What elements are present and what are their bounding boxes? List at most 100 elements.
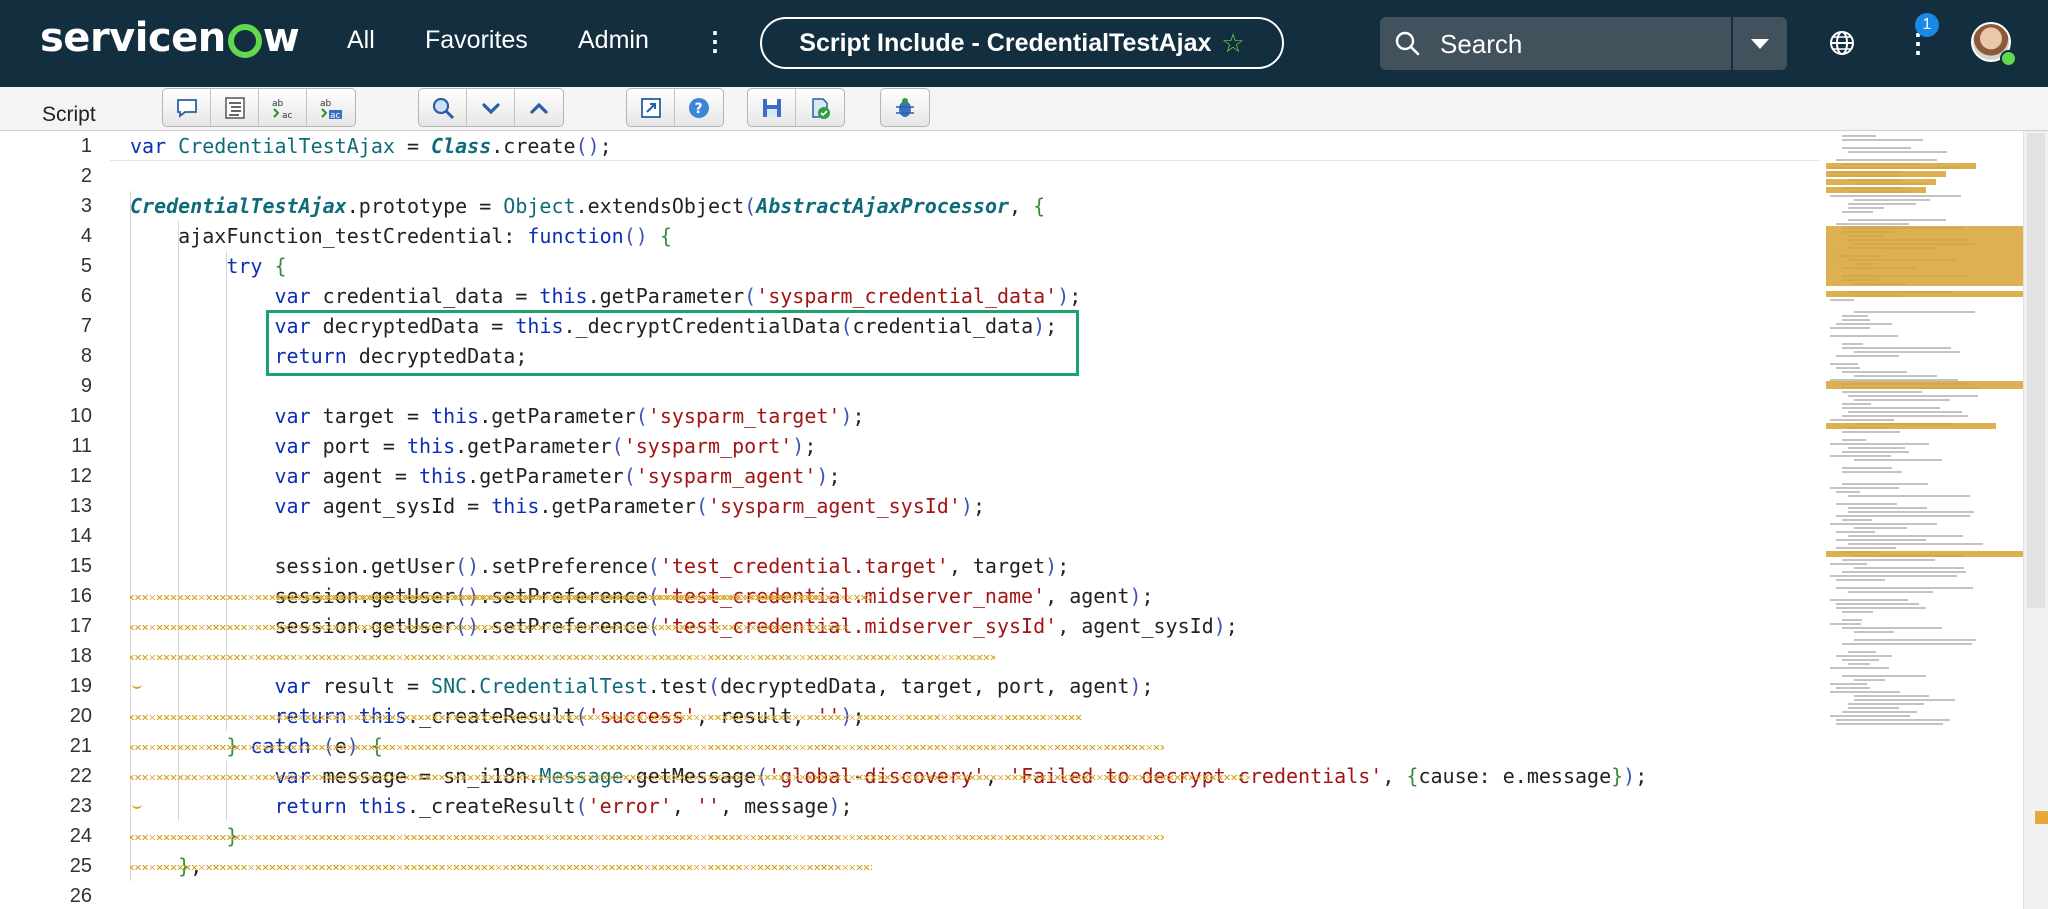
minimap-line <box>1830 623 1861 625</box>
replace-all-button[interactable]: ab ac <box>307 89 355 126</box>
code-token: ajaxFunction_testCredential: <box>130 224 528 248</box>
code-line[interactable]: 5 try { <box>0 251 1820 281</box>
code-token: ) <box>828 794 841 818</box>
minimap-line <box>1848 535 1963 537</box>
code-token: ) <box>1045 554 1058 578</box>
minimap-line <box>1836 531 1876 533</box>
code-text: var result = SNC.CredentialTest.test(dec… <box>130 671 1154 701</box>
line-number: 8 <box>80 345 92 367</box>
code-token: , message <box>720 794 829 818</box>
minimap-line <box>1836 723 1944 725</box>
find-button[interactable] <box>419 89 467 126</box>
code-token: ( <box>611 434 624 458</box>
servicenow-logo[interactable]: servicen w <box>40 15 300 61</box>
help-button[interactable]: ? <box>675 89 723 126</box>
code-line[interactable]: 12 var agent = this.getParameter('syspar… <box>0 461 1820 491</box>
code-token: ) <box>816 464 829 488</box>
code-token: .getParameter <box>479 404 636 428</box>
minimap-warning-highlight <box>1826 381 2023 389</box>
code-line[interactable]: 13 var agent_sysId = this.getParameter('… <box>0 491 1820 521</box>
code-line[interactable]: 3 CredentialTestAjax.prototype = Object.e… <box>0 191 1820 221</box>
replace-icon: ab ac <box>272 99 293 121</box>
minimap-warning-highlight <box>1826 187 1926 193</box>
minimap-line <box>1830 575 1957 577</box>
more-menu-icon[interactable]: ⋮ <box>702 28 728 54</box>
code-token: . <box>467 674 480 698</box>
globe-icon[interactable] <box>1828 29 1856 57</box>
svg-text:?: ? <box>695 101 703 117</box>
minimap-line <box>1842 391 1922 393</box>
minimap-line <box>1842 627 1943 629</box>
replace-button[interactable]: ab ac <box>259 89 307 126</box>
line-number: 11 <box>71 435 92 457</box>
code-line[interactable]: 2 <box>0 161 1820 191</box>
line-number: 18 <box>69 645 92 667</box>
code-token: ( <box>708 674 721 698</box>
code-line[interactable]: 1 var CredentialTestAjax = Class.create()… <box>0 131 1820 161</box>
favorite-star-icon[interactable]: ☆ <box>1221 28 1244 59</box>
code-editor[interactable]: 1 var CredentialTestAjax = Class.create()… <box>0 131 2048 909</box>
find-previous-button[interactable] <box>515 89 563 126</box>
highlighted-code-region <box>266 310 1079 376</box>
lint-warning-underline <box>130 715 1082 720</box>
search-scope-dropdown[interactable] <box>1733 17 1787 70</box>
comment-button[interactable] <box>163 89 211 126</box>
minimap-warning-highlight <box>1826 163 1976 169</box>
code-token: ( <box>744 284 757 308</box>
minimap-line <box>1836 367 1860 369</box>
minimap-line <box>1836 655 1892 657</box>
code-line[interactable]: 26 <box>0 881 1820 909</box>
minimap-line <box>1830 299 1855 301</box>
code-line[interactable]: 6 var credential_data = this.getParamete… <box>0 281 1820 311</box>
nav-favorites[interactable]: Favorites <box>425 26 528 55</box>
debug-icon <box>896 97 914 117</box>
code-line[interactable]: 10 var target = this.getParameter('syspa… <box>0 401 1820 431</box>
line-number: 2 <box>80 165 92 187</box>
code-line[interactable]: 4 ajaxFunction_testCredential: function(… <box>0 221 1820 251</box>
code-token: ._createResult <box>406 794 576 818</box>
scrollbar-warning-marker <box>2035 811 2048 824</box>
code-token: 'sysparm_port' <box>623 434 793 458</box>
minimap-warning-highlight <box>1826 551 2023 557</box>
code-token: ; <box>1225 614 1238 638</box>
toolbar-group-search <box>418 88 564 127</box>
save-button[interactable] <box>748 89 796 126</box>
minimap-line <box>1854 399 1951 401</box>
svg-text:ac: ac <box>330 111 341 121</box>
minimap-line <box>1854 459 1943 461</box>
fullscreen-button[interactable] <box>627 89 675 126</box>
nav-all[interactable]: All <box>347 26 375 55</box>
format-code-button[interactable] <box>211 89 259 126</box>
code-line[interactable]: 11 var port = this.getParameter('sysparm… <box>0 431 1820 461</box>
code-line[interactable]: 14 <box>0 521 1820 551</box>
global-search <box>1380 17 1731 70</box>
debug-button[interactable] <box>881 89 929 126</box>
svg-text:ab: ab <box>272 99 284 109</box>
search-input[interactable] <box>1438 25 1722 63</box>
code-line[interactable]: 19 var result = SNC.CredentialTest.test(… <box>0 671 1820 701</box>
code-line[interactable]: 23 return this._createResult('error', ''… <box>0 791 1820 821</box>
minimap-line <box>1854 631 1895 633</box>
minimap-line <box>1836 515 1970 517</box>
code-text: session.getUser().setPreference('test_cr… <box>130 551 1069 581</box>
minimap-line <box>1854 567 1965 569</box>
code-line[interactable]: 15 session.getUser().setPreference('test… <box>0 551 1820 581</box>
line-number: 6 <box>80 285 92 307</box>
find-next-button[interactable] <box>467 89 515 126</box>
toolbar-group-edit: ab ac ab ac <box>162 88 356 127</box>
minimap-line <box>1848 663 1870 665</box>
check-syntax-button[interactable] <box>796 89 844 126</box>
svg-text:ab: ab <box>320 99 332 109</box>
check-syntax-icon <box>812 97 830 119</box>
format-code-icon <box>224 96 245 119</box>
code-minimap[interactable] <box>1826 131 2023 909</box>
nav-admin[interactable]: Admin <box>578 26 649 55</box>
line-number: 25 <box>69 855 92 877</box>
context-title-pill[interactable]: Script Include - CredentialTestAjax ☆ <box>760 17 1284 69</box>
minimap-line <box>1830 523 1937 525</box>
vertical-scrollbar-thumb[interactable] <box>2027 133 2045 608</box>
code-token: ; <box>1057 554 1070 578</box>
code-token: , <box>671 794 696 818</box>
